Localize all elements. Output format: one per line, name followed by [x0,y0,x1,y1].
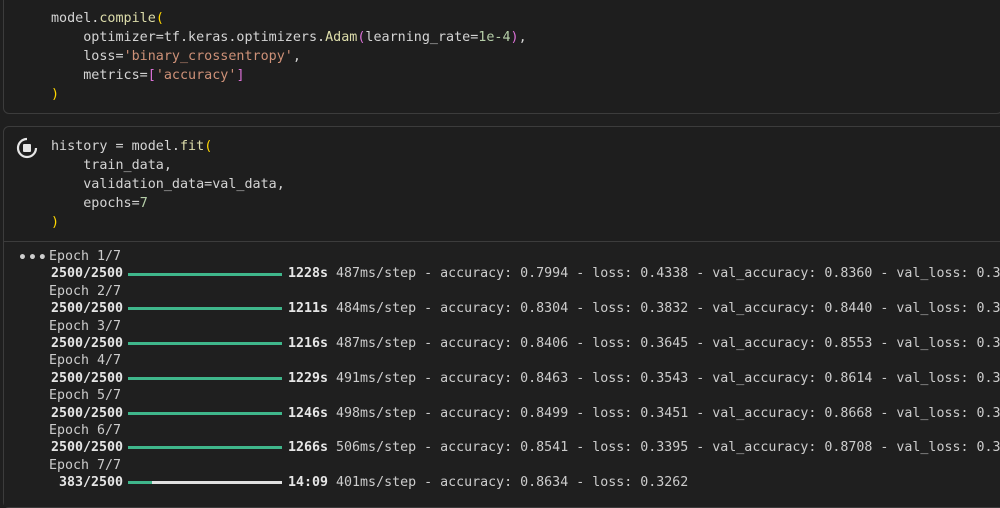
code-token: optimizer=tf.keras.optimizers. [51,30,326,45]
code-token: ( [204,139,213,154]
epoch-label: Epoch 5/7 [49,388,122,404]
metrics-text: 491ms/step - accuracy: 0.8463 - loss: 0.… [328,370,1000,386]
metrics-text: 506ms/step - accuracy: 0.8541 - loss: 0.… [328,440,1000,456]
code-line: ) [51,213,285,232]
code-token: validation_data=val_data, [51,177,285,192]
progress-line: 2500/2500 1216s 487ms/step - accuracy: 0.… [49,335,1000,352]
progress-line: 2500/2500 1228s 487ms/step - accuracy: 0.… [49,265,1000,282]
progress-bar [128,481,282,485]
code-line: ) [51,85,527,104]
code-line: optimizer=tf.keras.optimizers.Adam(learn… [51,28,527,47]
code-token: model. [51,11,100,26]
code-token: loss= [51,49,124,64]
code-token: 'accuracy' [155,68,237,83]
progress-line: 2500/2500 1266s 506ms/step - accuracy: 0.… [49,439,1000,456]
progress-bar-fill [128,411,282,415]
progress-line: 2500/2500 1211s 484ms/step - accuracy: 0.… [49,300,1000,317]
elapsed-time: 1211s [288,301,329,317]
code-cell-compile[interactable]: model.compile( optimizer=tf.keras.optimi… [3,0,1000,114]
progress-line: 2500/2500 1246s 498ms/step - accuracy: 0.… [49,405,1000,422]
code-token: ) [510,30,519,45]
code-token: ( [155,11,164,26]
code-token: ) [51,215,60,230]
step-count: 2500/2500 [50,370,123,386]
code-cell-fit[interactable]: history = model.fit( train_data, validat… [3,126,1000,508]
code-token: learning_rate= [365,30,479,45]
progress-bar-fill [128,481,152,485]
code-line: loss='binary_crossentropy', [51,47,527,66]
epoch-label: Epoch 6/7 [49,422,122,438]
code-token: Adam [325,30,358,45]
code-line: train_data, [51,156,285,175]
metrics-text: 401ms/step - accuracy: 0.8634 - loss: 0.… [328,475,689,491]
epoch-label: Epoch 3/7 [49,318,122,334]
code-token: ) [51,87,60,102]
code-token: metrics= [51,68,148,83]
progress-bar [128,376,282,380]
code-editor[interactable]: history = model.fit( train_data, validat… [51,137,285,232]
progress-bar [128,446,282,450]
code-token: history = model. [51,139,180,154]
code-line: model.compile( [51,9,527,28]
progress-bar [128,272,282,276]
step-count: 2500/2500 [50,440,123,456]
cell-output: ••• Epoch 1/7 2500/2500 1228s 487ms/step -… [4,242,1000,507]
code-line: history = model.fit( [51,137,285,156]
epoch-label: Epoch 2/7 [49,283,122,299]
progress-bar [128,342,282,346]
epoch-label: Epoch 1/7 [49,249,122,264]
step-count: 2500/2500 [50,405,123,421]
progress-bar-fill [128,342,282,346]
metrics-text: 484ms/step - accuracy: 0.8304 - loss: 0.… [328,301,1000,317]
epoch-label: Epoch 7/7 [49,457,122,473]
code-token: , [518,30,527,45]
progress-bar-fill [128,307,282,311]
progress-bar [128,307,282,311]
progress-bar-fill [128,272,282,276]
elapsed-time: 1216s [288,335,329,351]
code-token: epochs= [51,196,140,211]
progress-bar [128,411,282,415]
progress-bar-fill [128,376,282,380]
metrics-text: 487ms/step - accuracy: 0.8406 - loss: 0.… [328,335,1000,351]
epoch-label: Epoch 4/7 [49,353,122,369]
more-horizontal-icon[interactable]: ••• [18,250,48,266]
code-token: , [292,49,301,64]
code-token: fit [180,139,205,154]
code-line: validation_data=val_data, [51,175,285,194]
step-count: 383/2500 [58,475,123,491]
elapsed-time: 1228s [288,266,329,282]
code-token: 1e-4 [478,30,511,45]
progress-line: 383/2500 14:09 401ms/step - accuracy: 0.8… [49,474,1000,491]
step-count: 2500/2500 [50,301,123,317]
elapsed-time: 1246s [288,405,329,421]
progress-bar-fill [128,446,282,450]
stop-circle-icon[interactable] [15,136,39,160]
code-token: 7 [139,196,148,211]
code-editor[interactable]: model.compile( optimizer=tf.keras.optimi… [51,9,527,104]
metrics-text: 498ms/step - accuracy: 0.8499 - loss: 0.… [328,405,1000,421]
code-token: [ [147,68,156,83]
code-token: compile [99,11,156,26]
code-token: 'binary_crossentropy' [123,49,293,64]
code-token: ] [236,68,245,83]
progress-line: 2500/2500 1229s 491ms/step - accuracy: 0.… [49,370,1000,387]
step-count: 2500/2500 [50,266,123,282]
metrics-text: 487ms/step - accuracy: 0.7994 - loss: 0.… [328,266,1000,282]
elapsed-time: 14:09 [288,475,329,491]
code-line: metrics=['accuracy'] [51,66,527,85]
training-log: Epoch 1/7 2500/2500 1228s 487ms/step - acc… [49,248,1000,491]
code-line: epochs=7 [51,194,285,213]
step-count: 2500/2500 [50,335,123,351]
code-token: train_data, [51,158,172,173]
elapsed-time: 1229s [288,370,329,386]
elapsed-time: 1266s [288,440,329,456]
